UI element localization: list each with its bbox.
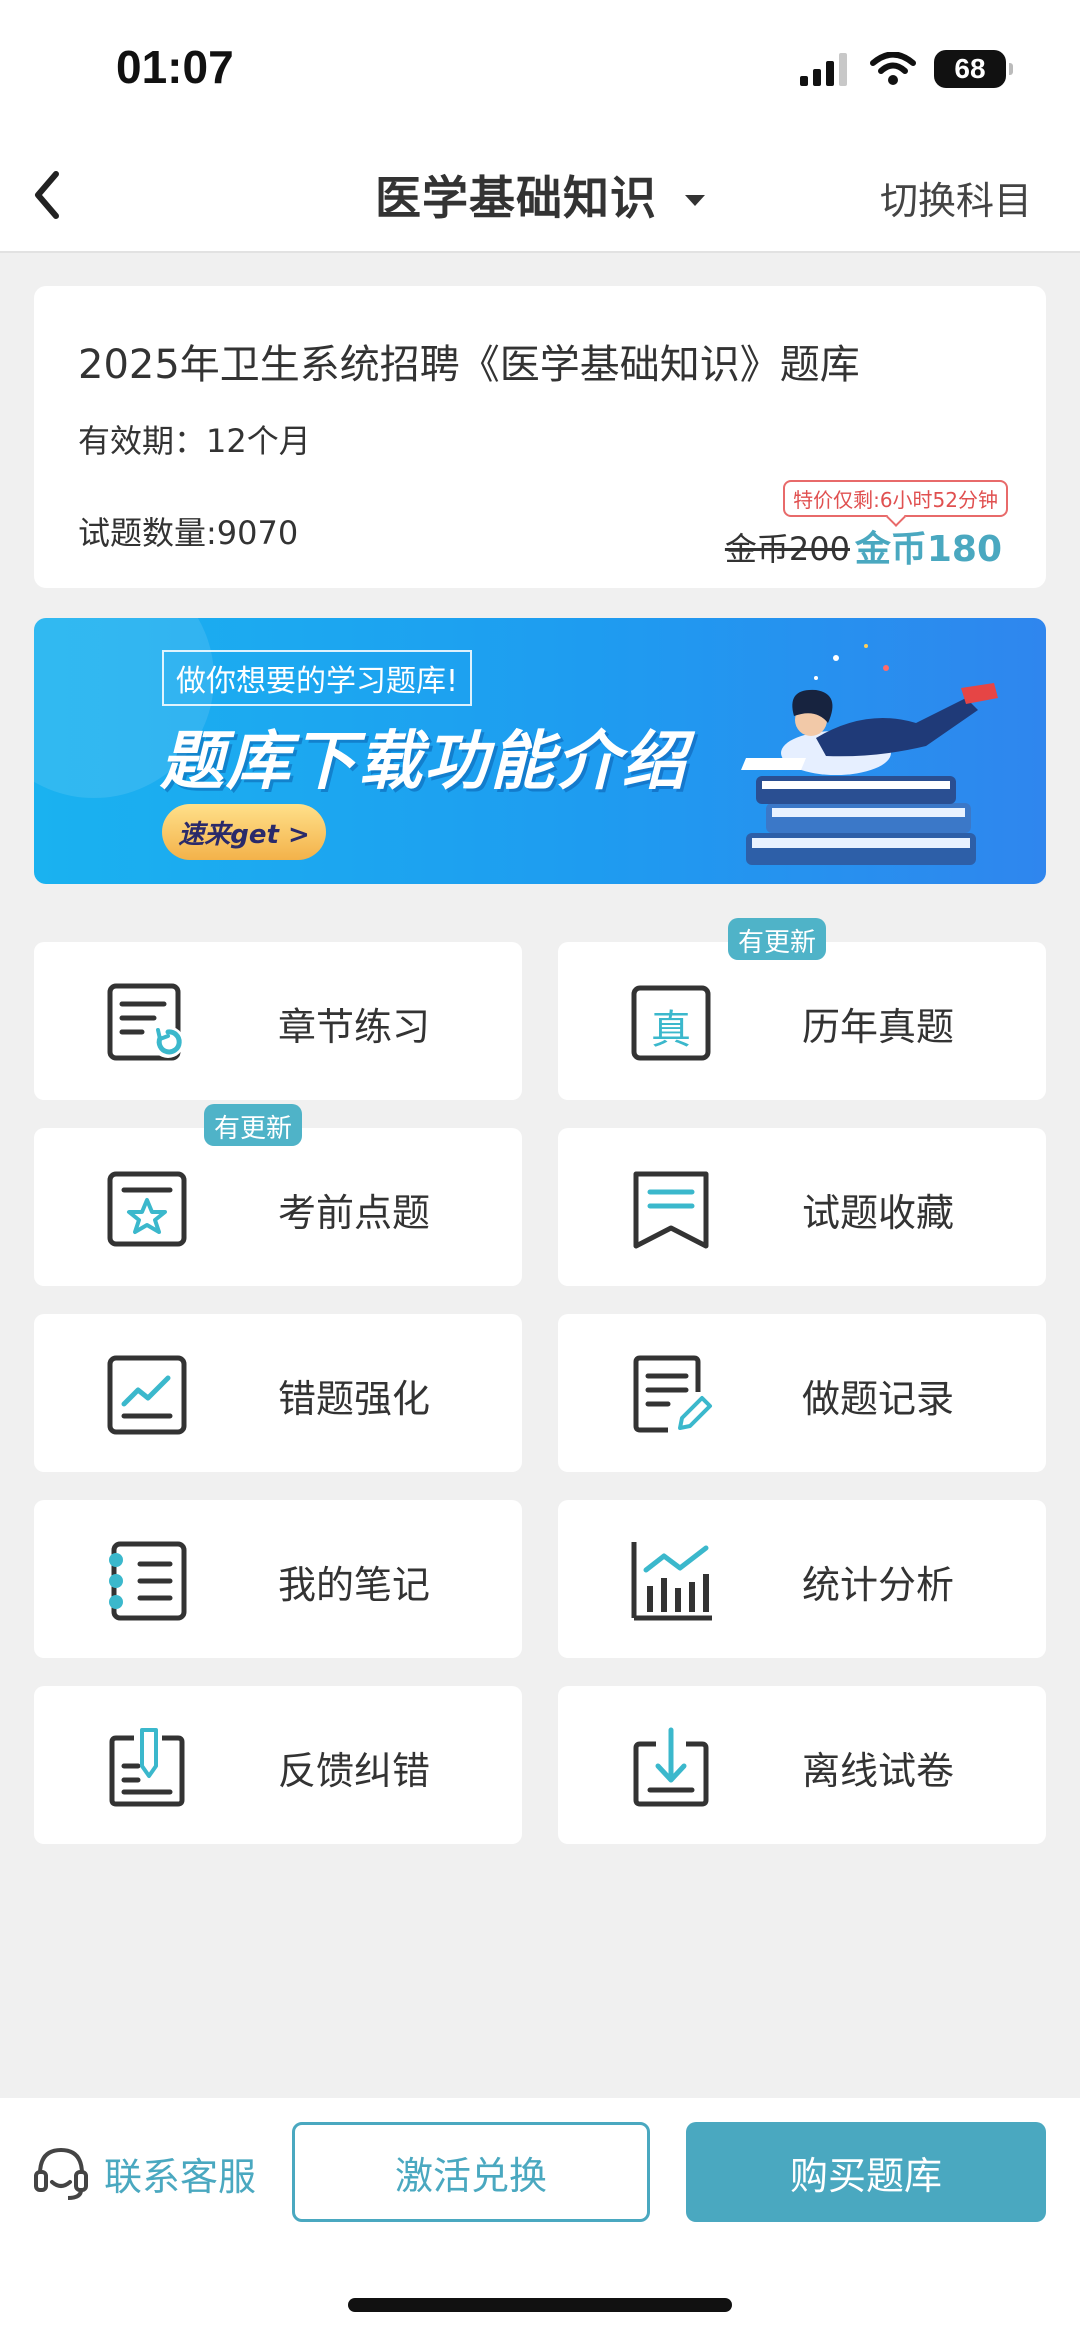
promo-countdown-badge: 特价仅剩:6小时52分钟 bbox=[783, 480, 1008, 517]
nav-bar: 医学基础知识 切换科目 bbox=[0, 140, 1080, 253]
svg-text:真: 真 bbox=[651, 1007, 691, 1053]
banner-headline: 题库下载功能介绍 bbox=[160, 725, 688, 799]
headset-icon bbox=[34, 2147, 88, 2200]
tile-label: 做题记录 bbox=[802, 1377, 955, 1421]
contact-service-button[interactable]: 联系客服 bbox=[30, 2142, 256, 2204]
activate-redeem-button[interactable]: 激活兑换 bbox=[292, 2122, 650, 2222]
favorites-icon bbox=[633, 1171, 709, 1249]
tile-label: 我的笔记 bbox=[278, 1563, 431, 1607]
tile-stats[interactable]: 统计分析 bbox=[558, 1500, 1046, 1658]
tile-label: 考前点题 bbox=[278, 1191, 431, 1235]
bottom-action-bar: 联系客服 激活兑换 购买题库 bbox=[0, 2098, 1080, 2240]
tile-label: 反馈纠错 bbox=[278, 1749, 431, 1793]
status-icons: 68 bbox=[800, 50, 1013, 88]
stats-icon bbox=[631, 1542, 712, 1621]
tile-notes[interactable]: 我的笔记 bbox=[34, 1500, 522, 1658]
signal-icon bbox=[800, 53, 847, 86]
safe-area bbox=[0, 2240, 1080, 2337]
wifi-icon bbox=[870, 52, 916, 85]
caret-down-icon bbox=[685, 194, 705, 206]
page-title: 医学基础知识 bbox=[375, 171, 657, 225]
feedback-icon bbox=[109, 1728, 185, 1807]
bank-title: 2025年卫生系统招聘《医学基础知识》题库 bbox=[78, 342, 860, 388]
tile-mistakes[interactable]: 错题强化 bbox=[34, 1314, 522, 1472]
switch-subject-button[interactable]: 切换科目 bbox=[880, 170, 1032, 225]
tile-favorites[interactable]: 试题收藏 bbox=[558, 1128, 1046, 1286]
notes-icon bbox=[109, 1541, 187, 1621]
tile-pre-exam[interactable]: 考前点题 有更新 bbox=[34, 1104, 522, 1286]
validity-text: 有效期：12个月 bbox=[78, 422, 311, 460]
past-exams-icon: 真 bbox=[631, 985, 711, 1061]
promo-banner[interactable]: 做你想要的学习题库! 题库下载功能介绍 速来get > bbox=[34, 618, 1046, 884]
home-indicator[interactable] bbox=[348, 2298, 732, 2312]
tile-label: 错题强化 bbox=[278, 1377, 431, 1421]
tile-label: 章节练习 bbox=[278, 1005, 431, 1049]
banner-subtitle: 做你想要的学习题库! bbox=[162, 650, 473, 706]
question-bank-card: 2025年卫生系统招聘《医学基础知识》题库 有效期：12个月 试题数量:9070… bbox=[34, 286, 1046, 588]
tile-label: 试题收藏 bbox=[802, 1191, 955, 1235]
study-illustration-icon bbox=[741, 644, 998, 865]
update-badge: 有更新 bbox=[728, 918, 827, 960]
status-time: 01:07 bbox=[116, 41, 234, 93]
mistakes-icon bbox=[107, 1355, 187, 1435]
battery-indicator: 68 bbox=[934, 50, 1013, 88]
tile-feedback[interactable]: 反馈纠错 bbox=[34, 1686, 522, 1844]
update-badge: 有更新 bbox=[204, 1104, 303, 1146]
banner-cta-button[interactable]: 速来get > bbox=[162, 804, 326, 860]
chapter-practice-icon bbox=[107, 983, 184, 1061]
contact-service-label: 联系客服 bbox=[104, 2154, 257, 2199]
question-count: 试题数量:9070 bbox=[78, 514, 299, 552]
tile-label: 离线试卷 bbox=[802, 1749, 955, 1793]
sale-price: 金币180 bbox=[854, 529, 1002, 570]
tile-offline-papers[interactable]: 离线试卷 bbox=[558, 1686, 1046, 1844]
download-icon bbox=[633, 1727, 709, 1807]
tile-label: 统计分析 bbox=[802, 1563, 955, 1607]
tile-history[interactable]: 做题记录 bbox=[558, 1314, 1046, 1472]
tile-label: 历年真题 bbox=[802, 1005, 955, 1049]
status-bar: 01:07 68 bbox=[0, 0, 1080, 140]
tile-chapter-practice[interactable]: 章节练习 bbox=[34, 942, 522, 1100]
buy-bank-button[interactable]: 购买题库 bbox=[686, 2122, 1046, 2222]
pre-exam-icon bbox=[107, 1171, 187, 1247]
tile-past-exams[interactable]: 真 历年真题 有更新 bbox=[558, 918, 1046, 1100]
history-icon bbox=[633, 1355, 712, 1433]
original-price: 金币200 bbox=[724, 530, 850, 568]
